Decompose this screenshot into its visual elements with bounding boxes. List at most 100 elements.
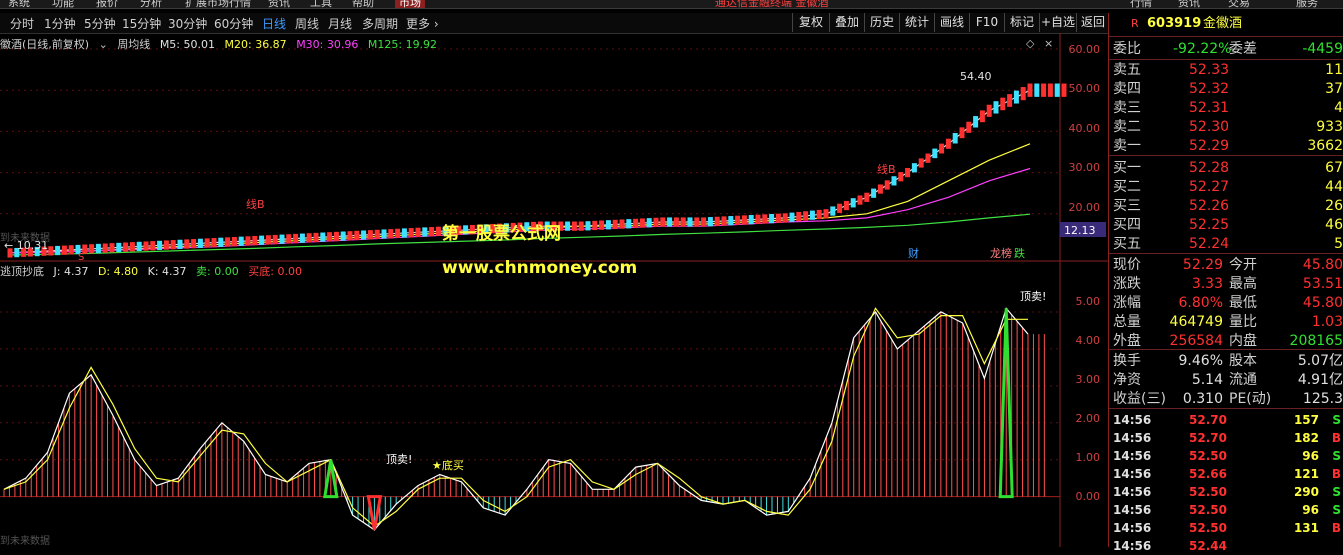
tick-side: S — [1332, 485, 1341, 499]
ask-row[interactable]: 卖一 52.29 3662 — [1111, 137, 1343, 155]
stat-label: 现价 — [1113, 257, 1141, 273]
menu-bar: 系统 功能 报价 分析 扩展市场行情 资讯 工具 帮助 市场 通达信金融终端 金… — [0, 0, 1343, 9]
right-tab-trade[interactable]: 交易 — [1228, 0, 1250, 8]
candle — [333, 231, 339, 242]
bid-volume: 46 — [1325, 217, 1343, 233]
menu-help[interactable]: 帮助 — [352, 0, 374, 8]
right-tab-service[interactable]: 服务 — [1296, 0, 1318, 8]
candle — [381, 229, 387, 239]
period-toolbar: 分时 1分钟 5分钟 15分钟 30分钟 60分钟 日线 周线 月线 多周期 更… — [0, 13, 1108, 34]
candle — [170, 240, 176, 250]
bid-row[interactable]: 买二 52.27 44 — [1111, 178, 1343, 196]
chart-area[interactable]: ◇ × 54.40 ← 10.31 线B 线B S 财 龙榜 跌 到未来数据 1… — [0, 33, 1108, 547]
fundamental-row: 换手 9.46% 股本 5.07亿 — [1111, 352, 1343, 370]
fundamental-row: 净资 5.14 流通 4.91亿 — [1111, 371, 1343, 389]
ask-row[interactable]: 卖二 52.30 933 — [1111, 118, 1343, 136]
ask-price: 52.31 — [1189, 100, 1230, 116]
tool-mark[interactable]: 标记 — [1004, 13, 1039, 32]
tick-volume: 121 — [1293, 467, 1319, 481]
ask-row[interactable]: 卖五 52.33 11 — [1111, 61, 1343, 79]
period-30min[interactable]: 30分钟 — [168, 15, 207, 32]
candle — [150, 241, 156, 251]
candle — [197, 238, 203, 248]
period-60min[interactable]: 60分钟 — [214, 15, 253, 32]
tick-time: 14:56 — [1113, 521, 1152, 535]
weibi-row: 委比 -92.22% 委差 -4459 — [1111, 40, 1343, 58]
sub-axis-2: 2.00 — [1076, 412, 1101, 425]
stat-label: 量比 — [1229, 314, 1257, 330]
candle — [592, 220, 598, 231]
candle — [1047, 83, 1053, 97]
candle — [775, 213, 781, 223]
tool-f10[interactable]: F10 — [969, 13, 1004, 32]
bid-row[interactable]: 买四 52.25 46 — [1111, 216, 1343, 234]
period-1min[interactable]: 1分钟 — [44, 15, 76, 32]
tick-price: 52.50 — [1189, 449, 1227, 463]
ask-volume: 933 — [1316, 119, 1343, 135]
menu-news[interactable]: 资讯 — [268, 0, 290, 8]
period-more[interactable]: 更多 › — [406, 15, 439, 32]
candle — [871, 188, 877, 198]
bid-row[interactable]: 买五 52.24 5 — [1111, 235, 1343, 253]
tool-overlay[interactable]: 叠加 — [829, 13, 864, 32]
candle — [973, 116, 979, 128]
menu-function[interactable]: 功能 — [52, 0, 74, 8]
ask-label: 卖五 — [1113, 62, 1141, 78]
menu-tools[interactable]: 工具 — [310, 0, 332, 8]
tick-time: 14:56 — [1113, 467, 1152, 481]
menu-quote[interactable]: 报价 — [96, 0, 118, 8]
candle — [809, 210, 815, 220]
tick-price: 52.50 — [1189, 485, 1227, 499]
tool-add-favorite[interactable]: +自选 — [1039, 13, 1076, 32]
candle — [687, 217, 693, 227]
s-mark-label: S — [78, 252, 84, 263]
ask-row[interactable]: 卖四 52.32 37 — [1111, 80, 1343, 98]
menu-system[interactable]: 系统 — [8, 0, 30, 8]
right-tab-quote[interactable]: 行情 — [1130, 0, 1152, 8]
tool-stats[interactable]: 统计 — [899, 13, 934, 32]
separator — [1109, 59, 1343, 60]
bid-row[interactable]: 买一 52.28 67 — [1111, 159, 1343, 177]
candle — [782, 213, 788, 223]
fall-marker[interactable]: 跌 — [1014, 246, 1025, 260]
menu-market[interactable]: 市场 — [395, 0, 425, 8]
ask-row[interactable]: 卖三 52.31 4 — [1111, 99, 1343, 117]
right-tab-news[interactable]: 资讯 — [1178, 0, 1200, 8]
candle — [1027, 83, 1033, 97]
stat-value: 464749 — [1169, 314, 1223, 330]
finance-marker[interactable]: 财 — [908, 246, 919, 260]
menu-notice: 通达信金融终端 金徽酒 — [715, 0, 829, 9]
period-weekly[interactable]: 周线 — [295, 15, 319, 32]
tool-history[interactable]: 历史 — [864, 13, 899, 32]
candle — [320, 232, 326, 242]
fundamental-label: 流通 — [1229, 372, 1257, 388]
period-multi[interactable]: 多周期 — [362, 15, 398, 32]
period-15min[interactable]: 15分钟 — [122, 15, 161, 32]
diamond-icon[interactable]: ◇ — [1026, 37, 1035, 50]
period-timeshare[interactable]: 分时 — [10, 15, 34, 32]
menu-extended[interactable]: 扩展市场行情 — [185, 0, 251, 8]
candle — [694, 217, 700, 227]
candle — [599, 220, 605, 230]
tick-side: S — [1332, 413, 1341, 427]
stat-value: 256584 — [1169, 333, 1223, 349]
candle — [245, 236, 251, 246]
menu-analysis[interactable]: 分析 — [140, 0, 162, 8]
candle — [1020, 87, 1026, 101]
tick-time: 14:56 — [1113, 485, 1152, 499]
close-icon[interactable]: × — [1044, 37, 1053, 50]
tick-row: 14:56 52.70 157 S — [1111, 412, 1343, 429]
tool-fuquan[interactable]: 复权 — [792, 13, 829, 32]
ask-volume: 3662 — [1307, 138, 1343, 154]
period-monthly[interactable]: 月线 — [328, 15, 352, 32]
candle — [422, 227, 428, 237]
fundamental-label: 股本 — [1229, 353, 1257, 369]
stat-value: 52.29 — [1182, 257, 1223, 273]
tool-draw[interactable]: 画线 — [934, 13, 969, 32]
bid-row[interactable]: 买三 52.26 26 — [1111, 197, 1343, 215]
dragon-list-marker[interactable]: 龙榜 — [990, 246, 1012, 260]
period-5min[interactable]: 5分钟 — [84, 15, 116, 32]
period-daily[interactable]: 日线 — [262, 15, 286, 32]
tool-back[interactable]: 返回 — [1076, 13, 1109, 32]
stat-label: 总量 — [1113, 314, 1141, 330]
